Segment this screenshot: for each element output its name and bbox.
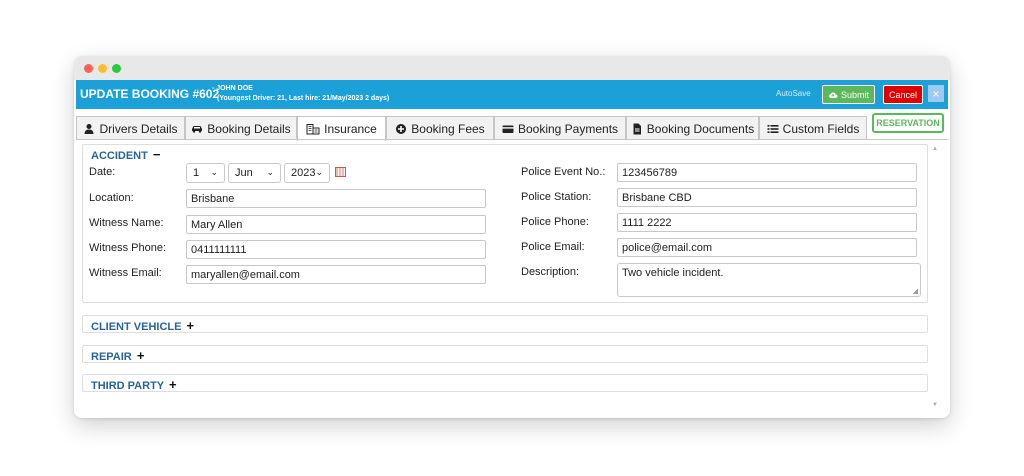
police-phone-label: Police Phone: <box>521 216 589 228</box>
date-year-select[interactable]: 2023 ⌄ <box>284 163 330 183</box>
close-window-dot[interactable] <box>84 64 93 73</box>
expand-icon[interactable]: + <box>187 318 195 333</box>
police-station-label: Police Station: <box>521 191 592 203</box>
select-value: 2023 <box>291 167 316 179</box>
third-party-header[interactable]: THIRD PARTY + <box>91 377 177 392</box>
police-station-input[interactable]: Brisbane CBD <box>617 188 917 207</box>
accident-section: ACCIDENT − Date: 1 ⌄ Jun ⌄ 2023 ⌄ Locati… <box>82 144 928 303</box>
client-vehicle-header[interactable]: CLIENT VEHICLE + <box>91 318 194 333</box>
plus-circle-icon <box>396 123 407 134</box>
reservation-button[interactable]: RESERVATION <box>872 113 944 133</box>
scroll-down-icon[interactable]: ▼ <box>932 402 938 408</box>
repair-header[interactable]: REPAIR + <box>91 348 144 363</box>
tab-bar: Drivers Details Booking Details Insuranc… <box>76 116 948 141</box>
tab-label: Booking Details <box>207 121 291 136</box>
tab-label: Booking Documents <box>646 121 755 136</box>
witness-email-label: Witness Email: <box>89 267 162 279</box>
panel-scrollbar[interactable]: ▲ ▼ <box>930 146 942 408</box>
textarea-value: Two vehicle incident. <box>622 267 724 279</box>
tab-label: Booking Fees <box>411 121 485 136</box>
police-email-input[interactable]: police@email.com <box>617 238 917 257</box>
submit-button[interactable]: Submit <box>822 85 875 104</box>
date-day-select[interactable]: 1 ⌄ <box>186 163 225 183</box>
person-icon <box>84 123 94 134</box>
window-chrome <box>74 56 950 80</box>
section-title: REPAIR <box>91 351 132 363</box>
building-icon <box>306 124 320 135</box>
police-event-input[interactable]: 123456789 <box>617 163 917 182</box>
witness-phone-label: Witness Phone: <box>89 242 167 254</box>
tab-label: Booking Payments <box>517 121 619 136</box>
date-label: Date: <box>89 166 116 178</box>
tab-booking-documents[interactable]: Booking Documents <box>626 116 759 140</box>
tab-label: Drivers Details <box>99 121 178 136</box>
witness-phone-input[interactable]: 0411111111 <box>186 240 486 259</box>
witness-name-label: Witness Name: <box>89 217 164 229</box>
description-textarea[interactable]: Two vehicle incident. ◢ <box>617 263 921 297</box>
collapse-icon[interactable]: − <box>153 147 161 162</box>
tab-booking-payments[interactable]: Booking Payments <box>494 116 626 140</box>
section-title: CLIENT VEHICLE <box>91 321 182 333</box>
select-value: 1 <box>193 167 200 179</box>
app-window: UPDATE BOOKING #602 - JOHN DOE (Youngest… <box>74 56 950 418</box>
client-vehicle-section[interactable]: CLIENT VEHICLE + <box>82 315 928 333</box>
tab-drivers-details[interactable]: Drivers Details <box>76 116 185 140</box>
car-icon <box>192 125 203 133</box>
expand-icon[interactable]: + <box>169 377 177 392</box>
driver-name: - JOHN DOE <box>212 85 253 92</box>
third-party-section[interactable]: THIRD PARTY + <box>82 374 928 392</box>
maximize-window-dot[interactable] <box>112 64 121 73</box>
close-icon[interactable]: × <box>928 85 944 102</box>
cloud-upload-icon <box>829 91 838 98</box>
page-title: UPDATE BOOKING #602 <box>80 87 220 101</box>
calendar-icon[interactable] <box>335 167 346 177</box>
driver-info: (Youngest Driver: 21, Last hire: 21/May/… <box>217 95 390 102</box>
tab-custom-fields[interactable]: Custom Fields <box>759 116 867 140</box>
tab-booking-details[interactable]: Booking Details <box>185 116 297 140</box>
accident-section-header[interactable]: ACCIDENT − <box>91 147 161 162</box>
witness-name-input[interactable]: Mary Allen <box>186 215 486 234</box>
date-month-select[interactable]: Jun ⌄ <box>228 163 281 183</box>
chevron-down-icon: ⌄ <box>315 167 323 177</box>
location-input[interactable]: Brisbane <box>186 189 486 208</box>
tab-insurance[interactable]: Insurance <box>297 116 386 141</box>
location-label: Location: <box>89 192 134 204</box>
description-label: Description: <box>521 266 580 278</box>
chevron-down-icon: ⌄ <box>266 167 274 177</box>
tab-label: Insurance <box>324 122 377 136</box>
section-title: ACCIDENT <box>91 150 148 162</box>
cancel-button[interactable]: Cancel <box>883 85 923 104</box>
witness-email-input[interactable]: maryallen@email.com <box>186 265 486 284</box>
resize-grip-icon[interactable]: ◢ <box>913 287 918 295</box>
section-title: THIRD PARTY <box>91 380 164 392</box>
tab-divider <box>76 139 948 140</box>
expand-icon[interactable]: + <box>137 348 145 363</box>
booking-header: UPDATE BOOKING #602 - JOHN DOE (Youngest… <box>76 80 948 109</box>
scroll-up-icon[interactable]: ▲ <box>932 146 938 152</box>
tab-label: Custom Fields <box>782 121 860 136</box>
police-event-label: Police Event No.: <box>521 166 606 178</box>
chevron-down-icon: ⌄ <box>210 167 218 177</box>
autosave-label: AutoSave <box>776 89 811 98</box>
police-phone-input[interactable]: 1111 2222 <box>617 213 917 232</box>
tab-booking-fees[interactable]: Booking Fees <box>386 116 494 140</box>
select-value: Jun <box>235 167 253 179</box>
submit-label: Submit <box>840 89 869 100</box>
police-email-label: Police Email: <box>521 241 585 253</box>
list-icon <box>767 124 779 133</box>
repair-section[interactable]: REPAIR + <box>82 345 928 363</box>
minimize-window-dot[interactable] <box>98 64 107 73</box>
credit-card-icon <box>502 125 514 133</box>
document-icon <box>633 123 641 134</box>
